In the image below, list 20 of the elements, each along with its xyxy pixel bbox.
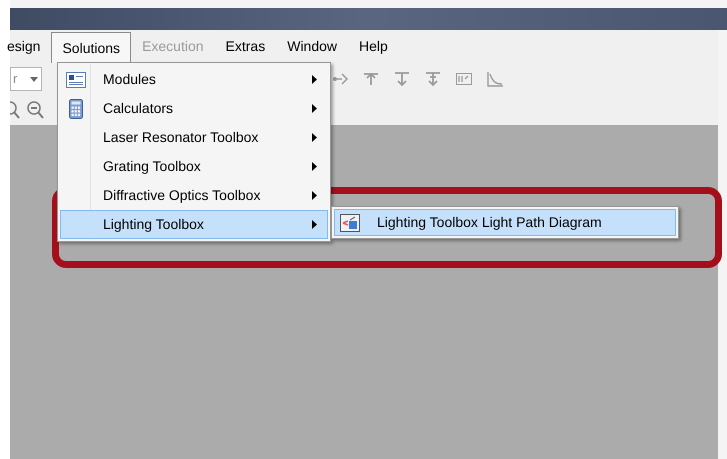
- curve-icon[interactable]: [485, 69, 505, 89]
- menu-item[interactable]: Window: [276, 35, 348, 58]
- document-icon: [66, 72, 86, 88]
- caret-icon: [30, 76, 38, 82]
- menu-item[interactable]: Help: [348, 35, 399, 58]
- menu-entry[interactable]: Calculators: [60, 94, 328, 123]
- menu-entry[interactable]: Grating Toolbox: [60, 152, 328, 181]
- calculator-icon: [69, 98, 83, 118]
- menu-item[interactable]: Extras: [214, 35, 276, 58]
- zoom-icon[interactable]: [10, 100, 22, 120]
- zoom-out-icon[interactable]: [26, 100, 46, 120]
- menu-entry[interactable]: Lighting Toolbox: [60, 210, 328, 239]
- menu-item[interactable]: esign: [6, 35, 52, 58]
- menu-entry[interactable]: Diffractive Optics Toolbox: [60, 181, 328, 210]
- diagram-icon: [340, 214, 360, 232]
- menu-entry[interactable]: Lighting Toolbox Light Path Diagram: [334, 209, 676, 236]
- combo-box[interactable]: r: [10, 67, 42, 91]
- menu-item[interactable]: Solutions: [51, 32, 132, 63]
- menu-entry[interactable]: Laser Resonator Toolbox: [60, 123, 328, 152]
- menu-entry[interactable]: Modules: [60, 65, 328, 94]
